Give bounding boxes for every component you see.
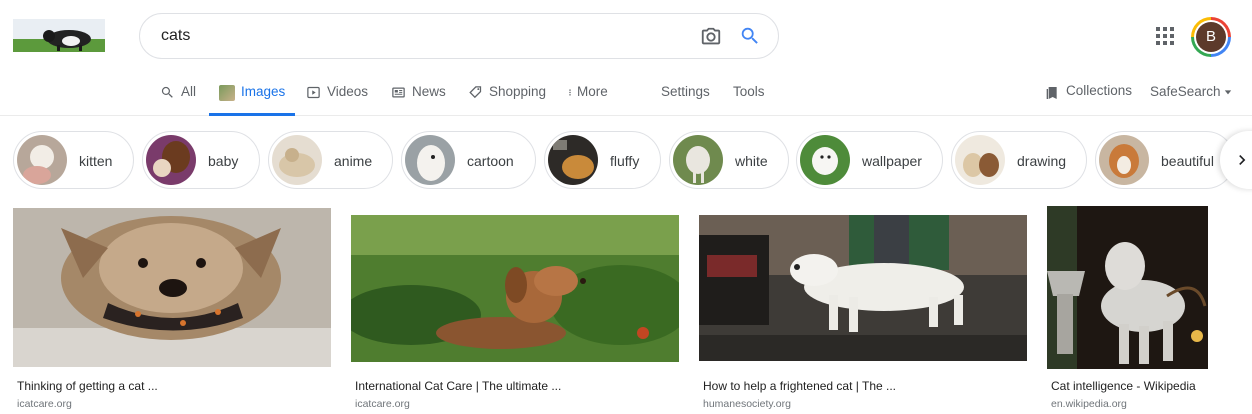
tab-label: Tools xyxy=(733,84,765,99)
chip-label: white xyxy=(735,153,768,169)
tag-icon xyxy=(469,86,482,99)
safesearch-dropdown[interactable]: SafeSearch xyxy=(1150,84,1232,116)
result-title[interactable]: International Cat Care | The ultimate ..… xyxy=(355,379,561,393)
tab-settings[interactable]: Settings xyxy=(661,84,710,116)
tab-label: Settings xyxy=(661,84,710,99)
chip-label: wallpaper xyxy=(862,153,922,169)
chip-label: cartoon xyxy=(467,153,514,169)
chip-label: baby xyxy=(208,153,239,169)
search-tabs: All Images Videos News Shopping More Set… xyxy=(0,82,1252,116)
chip-thumbnail xyxy=(146,135,196,185)
result-image[interactable] xyxy=(351,215,679,362)
search-icon[interactable] xyxy=(739,25,761,47)
chip-label: drawing xyxy=(1017,153,1067,169)
collections-label: Collections xyxy=(1066,83,1133,98)
camera-icon[interactable] xyxy=(700,26,722,48)
tab-label: All xyxy=(181,84,197,99)
avatar-letter: B xyxy=(1196,22,1226,52)
chip-thumbnail xyxy=(673,135,723,185)
collections-link[interactable]: Collections xyxy=(1044,83,1132,115)
doodle-logo[interactable] xyxy=(13,19,105,52)
tab-all[interactable]: All xyxy=(160,84,196,116)
safesearch-label: SafeSearch xyxy=(1150,84,1221,99)
chip-label: beautiful xyxy=(1161,153,1214,169)
chip-wallpaper[interactable]: wallpaper xyxy=(796,131,943,189)
tab-tools[interactable]: Tools xyxy=(733,84,765,116)
tab-more[interactable]: More xyxy=(566,84,608,116)
chip-thumbnail xyxy=(1099,135,1149,185)
chip-label: anime xyxy=(334,153,373,169)
search-input[interactable]: cats xyxy=(161,27,190,45)
news-icon xyxy=(392,87,405,98)
play-icon xyxy=(307,86,320,99)
result-source[interactable]: icatcare.org xyxy=(355,398,410,410)
result-image[interactable] xyxy=(13,208,331,367)
tab-label: Videos xyxy=(327,84,369,99)
chip-thumbnail xyxy=(955,135,1005,185)
chip-label: fluffy xyxy=(610,153,640,169)
chevron-right-icon xyxy=(1239,155,1246,165)
tab-videos[interactable]: Videos xyxy=(306,84,368,116)
result-source[interactable]: humanesociety.org xyxy=(703,398,791,410)
chip-cartoon[interactable]: cartoon xyxy=(401,131,536,189)
chip-baby[interactable]: baby xyxy=(142,131,260,189)
chip-drawing[interactable]: drawing xyxy=(951,131,1087,189)
apps-grid-icon[interactable] xyxy=(1156,27,1174,45)
result-title[interactable]: Cat intelligence - Wikipedia xyxy=(1051,379,1196,393)
chip-anime[interactable]: anime xyxy=(268,131,393,189)
tab-images[interactable]: Images xyxy=(209,84,296,116)
avatar: B xyxy=(1194,20,1228,54)
tab-news[interactable]: News xyxy=(391,84,446,116)
chip-label: kitten xyxy=(79,153,113,169)
tab-label: Shopping xyxy=(489,84,547,99)
result-image[interactable] xyxy=(699,215,1027,361)
chip-white[interactable]: white xyxy=(669,131,789,189)
result-title[interactable]: How to help a frightened cat | The ... xyxy=(703,379,896,393)
chip-beautiful[interactable]: beautiful xyxy=(1095,131,1235,189)
result-source[interactable]: icatcare.org xyxy=(17,398,72,410)
chip-thumbnail xyxy=(800,135,850,185)
result-title[interactable]: Thinking of getting a cat ... xyxy=(17,379,158,393)
search-box[interactable]: cats xyxy=(139,13,779,59)
related-searches-chips: kitten baby anime cartoon fluffy white w… xyxy=(0,131,1252,191)
chip-thumbnail xyxy=(17,135,67,185)
tab-label: Images xyxy=(241,84,286,99)
account-avatar-button[interactable]: B xyxy=(1191,17,1231,57)
tab-shopping[interactable]: Shopping xyxy=(468,84,546,116)
bookmark-icon xyxy=(1046,87,1057,99)
chip-thumbnail xyxy=(405,135,455,185)
result-source[interactable]: en.wikipedia.org xyxy=(1051,398,1127,410)
result-image[interactable] xyxy=(1047,206,1208,369)
tab-label: More xyxy=(577,84,608,99)
caret-down-icon xyxy=(1224,90,1231,95)
chip-thumbnail xyxy=(548,135,598,185)
chip-fluffy[interactable]: fluffy xyxy=(544,131,661,189)
image-thumb-icon xyxy=(219,85,235,101)
chip-kitten[interactable]: kitten xyxy=(13,131,134,189)
tab-label: News xyxy=(412,84,446,99)
more-vert-icon xyxy=(569,89,571,96)
search-icon xyxy=(161,86,173,98)
chip-thumbnail xyxy=(272,135,322,185)
